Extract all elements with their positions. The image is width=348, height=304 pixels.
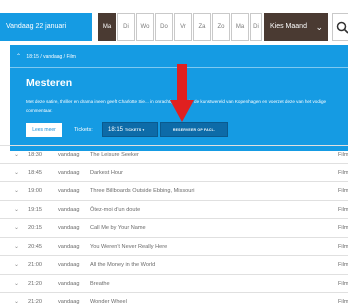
panel-header[interactable]: ⌃ 18:15 / vandaag / Film bbox=[10, 50, 348, 64]
ticket-kind: TICKETS ▾ bbox=[125, 128, 145, 132]
reserve-button[interactable]: RESERVEER OP FACL. bbox=[160, 122, 228, 137]
list-item[interactable]: ⌄ 21:20 vandaag Wonder Wheel Film bbox=[0, 293, 348, 304]
film-time: 21:20 bbox=[28, 280, 42, 287]
ticket-time: 18:15 bbox=[108, 127, 124, 133]
list-item[interactable]: ⌄ 19:00 vandaag Three Billboards Outside… bbox=[0, 182, 348, 201]
month-select[interactable]: Kies Maand ⌄ bbox=[264, 13, 328, 41]
chevron-down-icon[interactable]: ⌄ bbox=[14, 201, 19, 219]
chevron-up-icon[interactable]: ⌃ bbox=[16, 50, 21, 64]
film-title: The Leisure Seeker bbox=[90, 152, 139, 158]
chevron-down-icon[interactable]: ⌄ bbox=[14, 293, 19, 304]
film-title: You Weren't Never Really Here bbox=[90, 243, 168, 250]
chevron-down-icon[interactable]: ⌄ bbox=[14, 256, 19, 274]
today-date-label[interactable]: Vandaag 22 januari bbox=[0, 13, 92, 41]
red-arrow-annotation bbox=[170, 64, 194, 122]
film-date: vandaag bbox=[58, 206, 80, 213]
day-button[interactable]: Zo bbox=[212, 13, 230, 41]
panel-breadcrumb: 18:15 / vandaag / Film bbox=[26, 54, 76, 60]
film-type: Film bbox=[338, 262, 348, 268]
film-type: Film bbox=[338, 225, 348, 231]
film-type: Film bbox=[338, 299, 348, 304]
film-date: vandaag bbox=[58, 299, 80, 304]
chevron-down-icon[interactable]: ⌄ bbox=[14, 146, 19, 164]
film-date: vandaag bbox=[58, 188, 80, 194]
date-bar: Vandaag 22 januari Ma Di Wo Do Vr Za Zo … bbox=[0, 0, 348, 41]
film-time: 19:15 bbox=[28, 206, 42, 213]
chevron-down-icon: ⌄ bbox=[315, 22, 323, 32]
film-title: Three Billboards Outside Ebbing, Missour… bbox=[90, 188, 195, 194]
tickets-label: Tickets: bbox=[74, 127, 93, 133]
chevron-down-icon[interactable]: ⌄ bbox=[14, 219, 19, 237]
list-item[interactable]: ⌄ 21:00 vandaag All the Money in the Wor… bbox=[0, 256, 348, 275]
film-type: Film bbox=[338, 243, 348, 250]
film-date: vandaag bbox=[58, 243, 80, 250]
chevron-down-icon[interactable]: ⌄ bbox=[14, 238, 19, 256]
day-button[interactable]: Wo bbox=[136, 13, 154, 41]
list-item[interactable]: ⌄ 18:30 vandaag The Leisure Seeker Film bbox=[0, 145, 348, 164]
film-time: 18:30 bbox=[28, 152, 42, 158]
day-button[interactable]: Vr bbox=[174, 13, 192, 41]
film-title: Ôtez-moi d'un doute bbox=[90, 206, 141, 213]
film-type: Film bbox=[338, 152, 348, 158]
list-item[interactable]: ⌄ 19:15 vandaag Ôtez-moi d'un doute Film bbox=[0, 201, 348, 219]
film-time: 20:15 bbox=[28, 225, 42, 231]
film-title: Breathe bbox=[90, 280, 110, 287]
day-button[interactable]: Za bbox=[193, 13, 211, 41]
day-button[interactable]: Ma bbox=[98, 13, 116, 41]
film-time: 21:20 bbox=[28, 299, 42, 304]
film-title: Call Me by Your Name bbox=[90, 225, 146, 231]
film-title: Mesteren bbox=[26, 77, 73, 89]
list-item[interactable]: ⌄ 21:20 vandaag Breathe Film bbox=[0, 275, 348, 293]
film-time: 18:45 bbox=[28, 169, 42, 176]
day-button[interactable]: Do bbox=[155, 13, 173, 41]
film-date: vandaag bbox=[58, 169, 80, 176]
read-more-button[interactable]: Lees meer bbox=[26, 123, 62, 137]
month-select-label: Kies Maand bbox=[270, 23, 307, 30]
day-button[interactable]: Di bbox=[117, 13, 135, 41]
list-item[interactable]: ⌄ 20:45 vandaag You Weren't Never Really… bbox=[0, 238, 348, 256]
film-date: vandaag bbox=[58, 225, 80, 231]
chevron-down-icon[interactable]: ⌄ bbox=[14, 275, 19, 293]
ticket-time-button[interactable]: 18:15 TICKETS ▾ bbox=[102, 122, 158, 137]
chevron-down-icon[interactable]: ⌄ bbox=[14, 164, 19, 182]
day-button[interactable]: Di bbox=[250, 13, 262, 41]
film-time: 19:00 bbox=[28, 188, 42, 194]
search-icon bbox=[336, 21, 348, 34]
film-title: Darkest Hour bbox=[90, 169, 123, 176]
film-type: Film bbox=[338, 280, 348, 287]
film-list: ⌄ 18:30 vandaag The Leisure Seeker Film … bbox=[0, 145, 348, 304]
film-time: 21:00 bbox=[28, 262, 42, 268]
film-title: Wonder Wheel bbox=[90, 299, 127, 304]
chevron-down-icon[interactable]: ⌄ bbox=[14, 182, 19, 200]
list-item[interactable]: ⌄ 20:15 vandaag Call Me by Your Name Fil… bbox=[0, 219, 348, 238]
film-date: vandaag bbox=[58, 280, 80, 287]
film-type: Film bbox=[338, 169, 348, 176]
day-button[interactable]: Ma bbox=[231, 13, 249, 41]
film-date: vandaag bbox=[58, 152, 80, 158]
film-title: All the Money in the World bbox=[90, 262, 156, 268]
film-type: Film bbox=[338, 188, 348, 194]
film-type: Film bbox=[338, 206, 348, 213]
film-time: 20:45 bbox=[28, 243, 42, 250]
search-button[interactable] bbox=[332, 13, 348, 41]
film-date: vandaag bbox=[58, 262, 80, 268]
list-item[interactable]: ⌄ 18:45 vandaag Darkest Hour Film bbox=[0, 164, 348, 182]
